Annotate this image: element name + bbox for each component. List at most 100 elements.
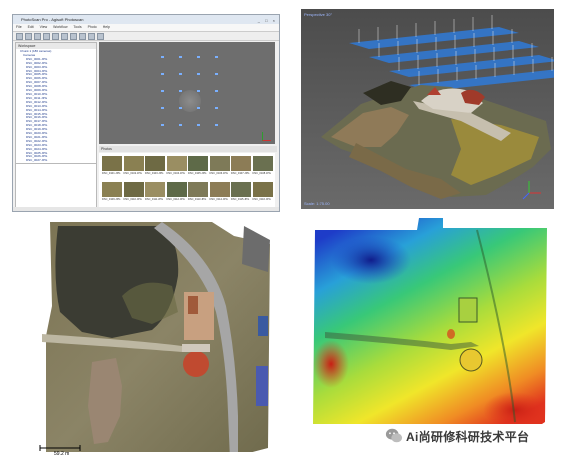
save-icon[interactable]: [34, 32, 41, 40]
undo-icon[interactable]: [43, 32, 50, 40]
dem-tree: [447, 329, 455, 339]
camera-marker: [197, 124, 200, 126]
dem-image: Ai尚研修科研技术平台: [301, 214, 554, 460]
photo-thumbnail[interactable]: [252, 182, 273, 197]
camera-marker: [179, 90, 182, 92]
sports-court-b: [256, 366, 268, 406]
select-icon[interactable]: [70, 32, 77, 40]
camera-marker: [179, 124, 182, 126]
orthomosaic-map: [12, 222, 278, 464]
redo-icon[interactable]: [52, 32, 59, 40]
photo-thumbnail-label: DSC_0108.JPG: [252, 172, 271, 175]
model-scene: [301, 9, 554, 209]
menu-tools[interactable]: Tools: [73, 25, 81, 29]
dem-low-area: [331, 236, 411, 284]
photo-thumbnail-label: DSC_0101.JPG: [102, 172, 121, 175]
photo-thumbnail[interactable]: [123, 182, 144, 197]
photo-thumbnail-label: DSC_0110.JPG: [123, 198, 142, 201]
menu-help[interactable]: Help: [103, 25, 110, 29]
window-controls[interactable]: _ □ ×: [258, 16, 277, 25]
camera-marker: [215, 73, 218, 75]
photo-thumbnail[interactable]: [188, 182, 208, 197]
photo-thumbnail-label: DSC_0109.JPG: [102, 198, 121, 201]
photo-thumbnail-label: DSC_0115.JPG: [231, 198, 250, 201]
zoom-in-icon[interactable]: [79, 32, 86, 40]
round-building: [183, 351, 209, 377]
photo-thumbnail-label: DSC_0103.JPG: [145, 172, 164, 175]
photo-thumbnail[interactable]: [188, 156, 208, 171]
building-b: [242, 226, 270, 272]
zoom-out-icon[interactable]: [88, 32, 95, 40]
camera-marker: [197, 73, 200, 75]
dem-high-area-west: [313, 340, 349, 388]
model-viewport[interactable]: [99, 42, 275, 144]
photo-thumbnail[interactable]: [102, 156, 122, 171]
camera-marker: [215, 90, 218, 92]
photo-thumbnail[interactable]: [252, 156, 273, 171]
new-icon[interactable]: [16, 32, 23, 40]
camera-marker: [215, 107, 218, 109]
camera-marker: [161, 73, 164, 75]
photo-thumbnail[interactable]: [231, 182, 251, 197]
dem-round-building: [459, 348, 483, 372]
toolbar: [13, 32, 279, 41]
photo-thumbnail-label: DSC_0114.JPG: [209, 198, 228, 201]
camera-marker: [197, 107, 200, 109]
reference-pane: [15, 163, 97, 210]
orthomosaic-image: 59.2 m: [12, 216, 278, 464]
photo-thumbnail[interactable]: [145, 156, 165, 171]
photos-header: Photos: [99, 146, 277, 152]
sports-court-a: [258, 316, 268, 336]
photo-thumbnail-label: DSC_0111.JPG: [145, 198, 164, 201]
building-a-roof: [188, 296, 198, 314]
watermark-text: Ai尚研修科研技术平台: [406, 429, 530, 444]
software-window: PhotoScan Pro - Agisoft Photoscan _ □ × …: [12, 14, 280, 212]
camera-marker: [197, 90, 200, 92]
photo-thumbnail-label: DSC_0113.JPG: [188, 198, 207, 201]
wechat-logo-icon: [385, 428, 403, 443]
rotate-icon[interactable]: [97, 32, 104, 40]
camera-marker: [215, 124, 218, 126]
menu-file[interactable]: File: [16, 25, 22, 29]
watermark: Ai尚研修科研技术平台: [385, 426, 529, 446]
menu-edit[interactable]: Edit: [28, 25, 34, 29]
window-title: PhotoScan Pro - Agisoft Photoscan: [21, 17, 84, 22]
camera-marker: [179, 107, 182, 109]
photo-thumbnail[interactable]: [209, 156, 230, 171]
menu-view[interactable]: View: [40, 25, 48, 29]
photo-thumbnail[interactable]: [166, 156, 187, 171]
photo-thumbnail-label: DSC_0116.JPG: [252, 198, 271, 201]
photo-thumbnail-label: DSC_0104.JPG: [166, 172, 185, 175]
photo-thumbnail[interactable]: [209, 182, 230, 197]
dem-high-area: [483, 392, 547, 428]
photo-thumbnail-label: DSC_0112.JPG: [166, 198, 185, 201]
photo-thumbnail-label: DSC_0105.JPG: [188, 172, 207, 175]
photo-thumbnail[interactable]: [231, 156, 251, 171]
photos-pane: DSC_0101.JPG DSC_0102.JPG DSC_0103.JPG DSC_…: [99, 153, 275, 208]
dem-map: [301, 218, 554, 460]
photo-thumbnail[interactable]: [145, 182, 165, 197]
window-titlebar: PhotoScan Pro - Agisoft Photoscan _ □ ×: [13, 15, 279, 24]
scale-bar-label: 59.2 m: [54, 451, 70, 457]
menu-photo[interactable]: Photo: [88, 25, 97, 29]
camera-marker: [197, 56, 200, 58]
photo-thumbnail[interactable]: [123, 156, 144, 171]
plaza: [182, 344, 210, 352]
navigate-icon[interactable]: [61, 32, 68, 40]
photo-thumbnail[interactable]: [166, 182, 187, 197]
camera-marker: [179, 56, 182, 58]
photo-thumbnail-label: DSC_0107.JPG: [231, 172, 250, 175]
menu-workflow[interactable]: Workflow: [53, 25, 67, 29]
camera-marker: [179, 73, 182, 75]
scale-label: Scale: 1:75.00: [304, 201, 330, 206]
camera-marker: [161, 124, 164, 126]
photo-thumbnail[interactable]: [102, 182, 122, 197]
camera-marker: [161, 90, 164, 92]
workspace-tree: Chunk 1 (186 cameras) Cameras DSC_0001.J…: [16, 49, 96, 163]
photo-thumbnail-label: DSC_0106.JPG: [209, 172, 228, 175]
camera-marker: [161, 56, 164, 58]
model-3d-view[interactable]: Perspective 30° Scale: 1:75.00: [301, 9, 554, 209]
open-icon[interactable]: [25, 32, 32, 40]
camera-marker: [161, 107, 164, 109]
status-bar: [13, 207, 279, 211]
